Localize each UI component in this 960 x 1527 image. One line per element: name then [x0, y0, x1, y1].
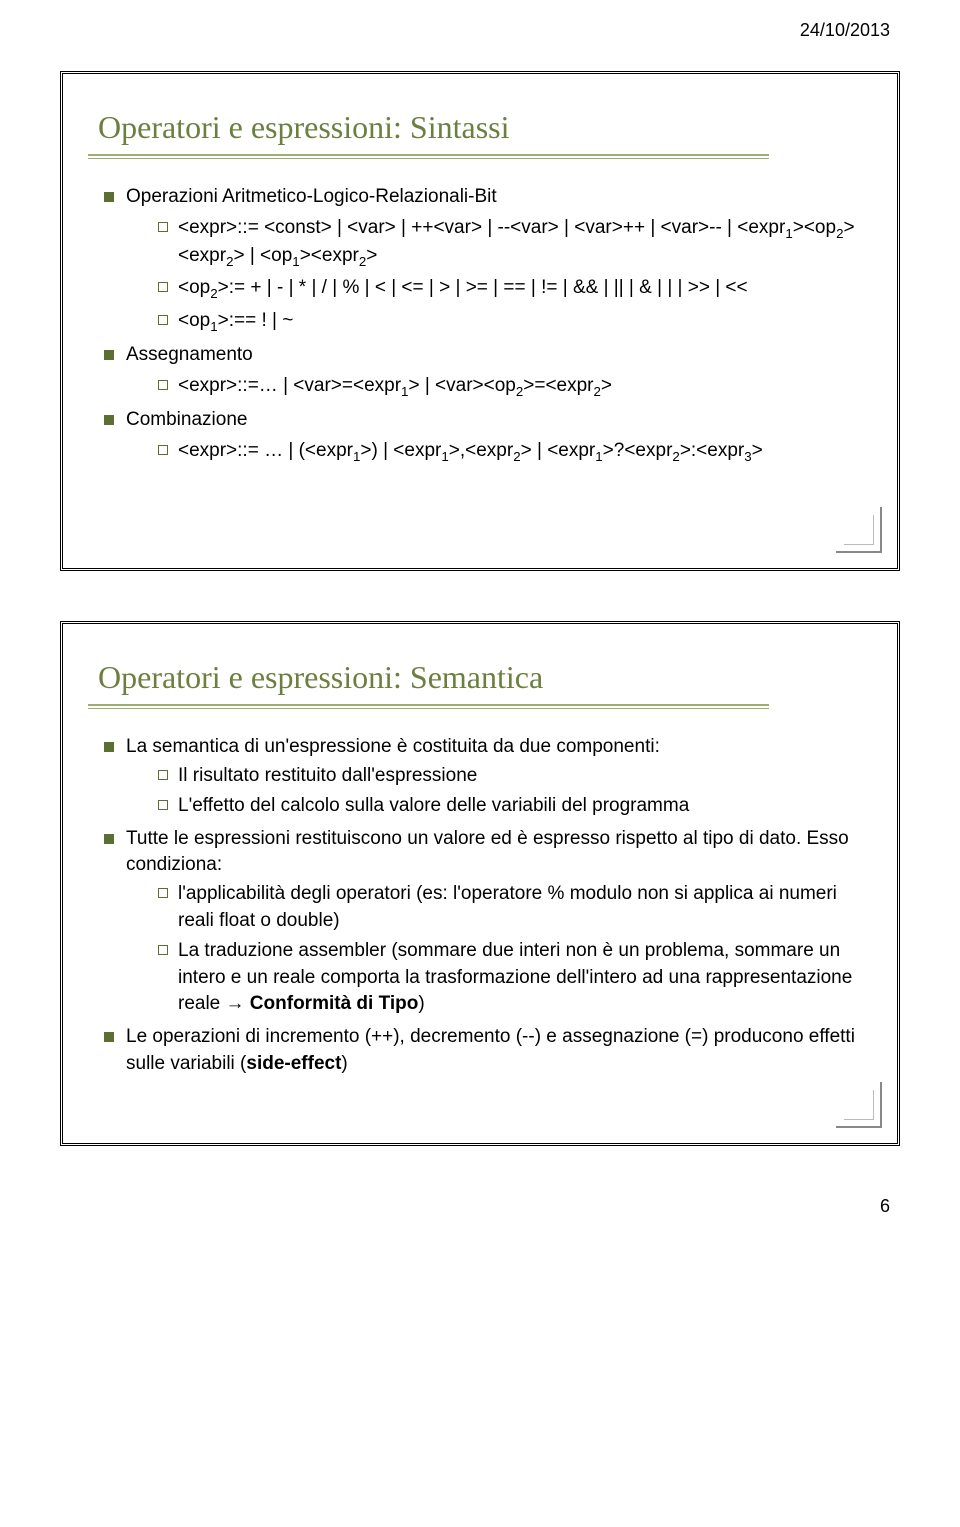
- grammar-expr: <expr>::= <const> | <var> | ++<var> | --…: [156, 215, 862, 272]
- grammar-combine: <expr>::= … | (<expr1>) | <expr1>,<expr2…: [156, 438, 862, 466]
- sub: 1: [595, 449, 602, 464]
- title-underline: [88, 154, 862, 159]
- sub: 1: [785, 225, 792, 240]
- slide-content: Operazioni Aritmetico-Logico-Relazionali…: [98, 184, 862, 466]
- t: >,<expr: [449, 440, 513, 461]
- bullet-operazioni: Operazioni Aritmetico-Logico-Relazionali…: [98, 184, 862, 336]
- sub-risultato: Il risultato restituito dall'espressione: [156, 763, 862, 790]
- t: > | <op: [233, 245, 292, 266]
- page-number: 6: [60, 1196, 900, 1217]
- bullet-semantica-componenti: La semantica di un'espressione è costitu…: [98, 734, 862, 820]
- sub: 1: [441, 449, 448, 464]
- corner-decoration: [836, 1082, 882, 1128]
- t: l'applicabilità degli operatori (es: l'o…: [178, 883, 837, 931]
- sub-applicabilita: l'applicabilità degli operatori (es: l'o…: [156, 881, 862, 934]
- t: > | <var><op: [408, 375, 515, 396]
- date-header: 24/10/2013: [60, 20, 900, 41]
- t: >:= + | - | * | / | % | < | <= | > | >= …: [218, 277, 748, 298]
- slide-title: Operatori e espressioni: Semantica: [98, 659, 862, 696]
- sub: 3: [744, 449, 751, 464]
- t: >=<expr: [523, 375, 593, 396]
- t: ><expr: [300, 245, 359, 266]
- title-underline: [88, 704, 862, 709]
- arrow-icon: →: [226, 993, 245, 1014]
- grammar-op1: <op1>:== ! | ~: [156, 308, 862, 336]
- bullet-text: Tutte le espressioni restituiscono un va…: [126, 828, 849, 876]
- slide-title: Operatori e espressioni: Sintassi: [98, 109, 862, 146]
- slide-sintassi: Operatori e espressioni: Sintassi Operaz…: [60, 71, 900, 571]
- sub: 2: [513, 449, 520, 464]
- t: ): [418, 993, 424, 1014]
- sub-effetto: L'effetto del calcolo sulla valore delle…: [156, 793, 862, 820]
- corner-decoration: [836, 507, 882, 553]
- bold-conformita: Conformità di Tipo: [245, 993, 419, 1014]
- slide-semantica: Operatori e espressioni: Semantica La se…: [60, 621, 900, 1146]
- grammar-op2: <op2>:= + | - | * | / | % | < | <= | > |…: [156, 275, 862, 303]
- sub: 2: [672, 449, 679, 464]
- t: L'effetto del calcolo sulla valore delle…: [178, 795, 689, 816]
- t: > | <expr: [521, 440, 596, 461]
- sub: 2: [594, 384, 601, 399]
- page: 24/10/2013 Operatori e espressioni: Sint…: [0, 0, 960, 1257]
- slide-content: La semantica di un'espressione è costitu…: [98, 734, 862, 1077]
- t: <expr>::= <const> | <var> | ++<var> | --…: [178, 217, 785, 238]
- t: >:== ! | ~: [218, 310, 294, 331]
- sub-traduzione: La traduzione assembler (sommare due int…: [156, 938, 862, 1018]
- sub: 1: [210, 319, 217, 334]
- t: <op: [178, 310, 210, 331]
- t: >:<expr: [680, 440, 744, 461]
- t: >) | <expr: [360, 440, 441, 461]
- t: ): [341, 1053, 347, 1074]
- t: >: [366, 245, 377, 266]
- t: Il risultato restituito dall'espressione: [178, 765, 477, 786]
- t: <expr>::= … | (<expr: [178, 440, 353, 461]
- t: >: [752, 440, 763, 461]
- t: >?<expr: [603, 440, 673, 461]
- sub: 2: [210, 286, 217, 301]
- sub: 1: [292, 254, 299, 269]
- t: Le operazioni di incremento (++), decrem…: [126, 1026, 855, 1074]
- bullet-text: Combinazione: [126, 409, 247, 430]
- t: >: [601, 375, 612, 396]
- bullet-tipo-dato: Tutte le espressioni restituiscono un va…: [98, 826, 862, 1018]
- grammar-assign: <expr>::=… | <var>=<expr1> | <var><op2>=…: [156, 373, 862, 401]
- bullet-text: Assegnamento: [126, 344, 253, 365]
- bullet-combinazione: Combinazione <expr>::= … | (<expr1>) | <…: [98, 407, 862, 466]
- bullet-assegnamento: Assegnamento <expr>::=… | <var>=<expr1> …: [98, 342, 862, 401]
- t: <op: [178, 277, 210, 298]
- t: <expr>::=… | <var>=<expr: [178, 375, 401, 396]
- bullet-text: Operazioni Aritmetico-Logico-Relazionali…: [126, 186, 497, 207]
- t: ><op: [793, 217, 836, 238]
- bullet-side-effect: Le operazioni di incremento (++), decrem…: [98, 1024, 862, 1077]
- bold-side-effect: side-effect: [246, 1053, 341, 1074]
- bullet-text: La semantica di un'espressione è costitu…: [126, 736, 660, 757]
